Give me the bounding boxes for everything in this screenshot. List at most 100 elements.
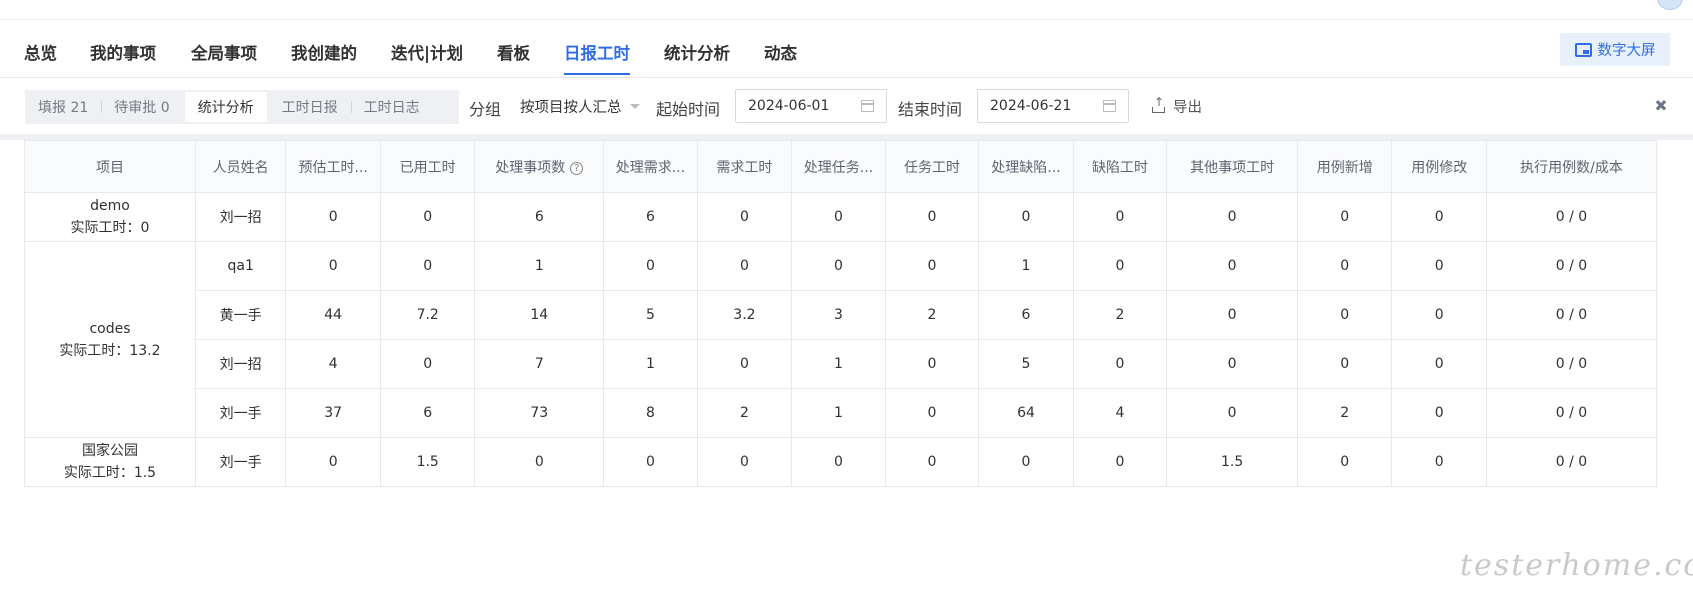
table-cell: 4 [285,339,381,389]
table-cell: 0 / 0 [1486,437,1657,487]
table-row[interactable]: 黄一手 44 7.2 14 5 3.2 3 2 6 2 0 0 0 0 / 0 [25,290,1657,340]
table-cell: 0 [379,339,476,389]
header-defects-handled[interactable]: 处理缺陷... [978,140,1074,193]
table-cell: 2 [1296,388,1393,438]
table-cell: 0 [1072,437,1168,487]
segment-worklog[interactable]: 工时日志 [350,92,433,122]
digital-screen-button[interactable]: 数字大屏 [1560,33,1670,66]
header-task-hours[interactable]: 任务工时 [884,140,980,193]
table-cell: 0 [884,437,980,487]
project-cell: demo 实际工时：0 [24,192,196,242]
tab-created-by-me[interactable]: 我创建的 [291,40,357,64]
end-date-value: 2024-06-21 [990,98,1072,114]
screen-icon [1574,42,1592,57]
header-tasks-handled[interactable]: 处理任务... [791,140,886,193]
tab-my-items[interactable]: 我的事项 [90,40,156,64]
tab-iteration-plan[interactable]: 迭代|计划 [391,40,463,64]
tab-activity[interactable]: 动态 [764,40,797,64]
segment-daily-worklog[interactable]: 工时日报 [269,92,351,122]
header-requirement-hours[interactable]: 需求工时 [696,140,793,193]
table-cell: 0 [884,192,980,242]
table-cell: 0 [285,437,381,487]
table-cell: 64 [978,388,1074,438]
start-date-input[interactable]: 2024-06-01 [735,89,887,123]
end-date-input[interactable]: 2024-06-21 [977,89,1129,123]
table-cell: 1 [978,241,1074,291]
table-cell: 0 [884,241,980,291]
header-items-handled[interactable]: 处理事项数? [474,140,605,193]
table-row[interactable]: codes 实际工时：13.2 qa1 0 0 1 0 0 0 0 1 0 0 0 0 0 / 0 [24,241,1657,438]
help-icon[interactable]: ? [570,161,584,175]
header-other-hours[interactable]: 其他事项工时 [1166,140,1298,193]
project-name: 国家公园 [81,443,138,459]
table-cell: 0 [1391,192,1487,242]
table-cell: 0 [1072,241,1168,291]
segment-fill-report[interactable]: 填报 21 [25,92,101,122]
table-cell: 0 [1391,339,1487,389]
header-person[interactable]: 人员姓名 [194,140,287,193]
filter-toolbar: 填报 21 待审批 0 统计分析 工时日报 工时日志 分组 按项目按人汇总 起始… [0,78,1693,134]
table-cell: 0 [379,241,476,291]
header-requirements-handled[interactable]: 处理需求... [603,140,698,193]
table-row[interactable]: 国家公园 实际工时：1.5 刘一手 0 1.5 0 0 0 0 0 0 0 1.5 0 0 0 / 0 [24,437,1657,487]
header-project[interactable]: 项目 [24,140,196,193]
table-cell: 0 [1296,290,1393,340]
end-date-label: 结束时间 [898,100,963,119]
table-cell: 0 / 0 [1486,192,1657,242]
caret-down-icon [629,104,640,109]
table-cell: 0 [1296,339,1393,389]
table-cell: 0 [1166,339,1298,389]
project-name: codes [89,320,131,337]
person-name-cell: 刘一招 [194,339,287,389]
table-cell: 0 [1166,192,1298,242]
header-estimated-hours[interactable]: 预估工时... [285,140,381,193]
table-row[interactable]: demo 实际工时：0 刘一招 0 0 6 6 0 0 0 0 0 0 0 0 0 / 0 [24,192,1657,242]
start-date-label: 起始时间 [656,100,721,119]
table-cell: 37 [285,388,381,438]
start-date-value: 2024-06-01 [748,98,830,114]
table-cell: 6 [379,388,476,438]
export-button[interactable]: 导出 [1152,95,1202,117]
table-cell: 5 [603,290,698,340]
table-cell: 0 [791,241,886,291]
table-row[interactable]: 刘一手 37 6 73 8 2 1 0 64 4 0 2 0 0 / 0 [25,388,1657,438]
table-cell: 0 [1391,388,1487,438]
view-segment: 填报 21 待审批 0 统计分析 工时日报 工时日志 [25,90,459,124]
tab-overview[interactable]: 总览 [24,40,57,64]
table-cell: 1 [474,241,605,291]
table-cell: 1.5 [1166,437,1298,487]
tab-daily-worklog[interactable]: 日报工时 [564,40,630,75]
header-cases-executed-cost[interactable]: 执行用例数/成本 [1486,140,1657,193]
group-select[interactable]: 按项目按人汇总 [520,96,640,117]
table-row[interactable]: 刘一招 4 0 7 1 0 1 0 5 0 0 0 0 0 / 0 [25,339,1657,389]
calendar-icon [1103,100,1116,112]
header-cases-modified[interactable]: 用例修改 [1391,140,1487,193]
project-cell: 国家公园 实际工时：1.5 [24,437,196,487]
table-cell: 0 [379,192,476,242]
export-label: 导出 [1173,100,1202,116]
main-nav: 总览 我的事项 全局事项 我创建的 迭代|计划 看板 日报工时 统计分析 动态 … [0,20,1693,78]
segment-statistics[interactable]: 统计分析 [184,92,267,122]
header-used-hours[interactable]: 已用工时 [379,140,476,193]
table-cell: 3.2 [696,290,793,340]
header-defect-hours[interactable]: 缺陷工时 [1072,140,1168,193]
table-cell: 0 [1296,192,1393,242]
segment-pending-approval[interactable]: 待审批 0 [101,92,182,122]
tab-statistics[interactable]: 统计分析 [664,40,730,64]
user-avatar[interactable] [1657,0,1683,10]
table-cell: 0 [978,437,1074,487]
table-cell: 0 [603,241,698,291]
worklog-stats-table: 项目 人员姓名 预估工时... 已用工时 处理事项数? 处理需求... 需求工时… [24,140,1657,528]
table-cell: 0 [696,192,793,242]
table-cell: 1 [791,339,886,389]
table-cell: 0 [603,437,698,487]
table-cell: 0 [1391,437,1487,487]
table-cell: 0 [1391,241,1487,291]
tab-kanban[interactable]: 看板 [497,40,530,64]
tab-global-items[interactable]: 全局事项 [191,40,257,64]
header-cases-added[interactable]: 用例新增 [1296,140,1393,193]
group-label: 分组 [469,100,502,119]
table-cell: 0 [1296,241,1393,291]
pin-icon[interactable]: ✚ [1649,94,1672,117]
table-cell: 2 [696,388,793,438]
